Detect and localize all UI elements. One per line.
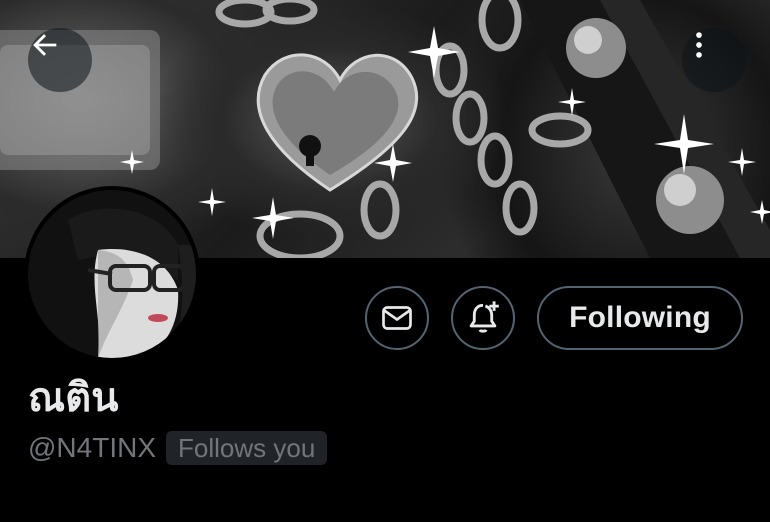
user-handle: @N4TINX [28,432,156,463]
more-options-button[interactable] [682,28,746,92]
arrow-left-icon [33,34,57,56]
message-button[interactable] [365,286,429,350]
bell-plus-icon [469,301,499,333]
following-button[interactable]: Following [537,286,743,350]
notify-button[interactable] [451,286,515,350]
profile-avatar[interactable] [24,186,200,362]
display-name: ณติน [28,375,119,421]
avatar-image [28,190,196,358]
more-vertical-icon [696,32,702,58]
envelope-icon [382,306,412,330]
handle-row: @N4TINX Follows you [28,430,328,466]
follows-you-badge: Follows you [166,431,328,465]
back-button[interactable] [28,28,92,92]
